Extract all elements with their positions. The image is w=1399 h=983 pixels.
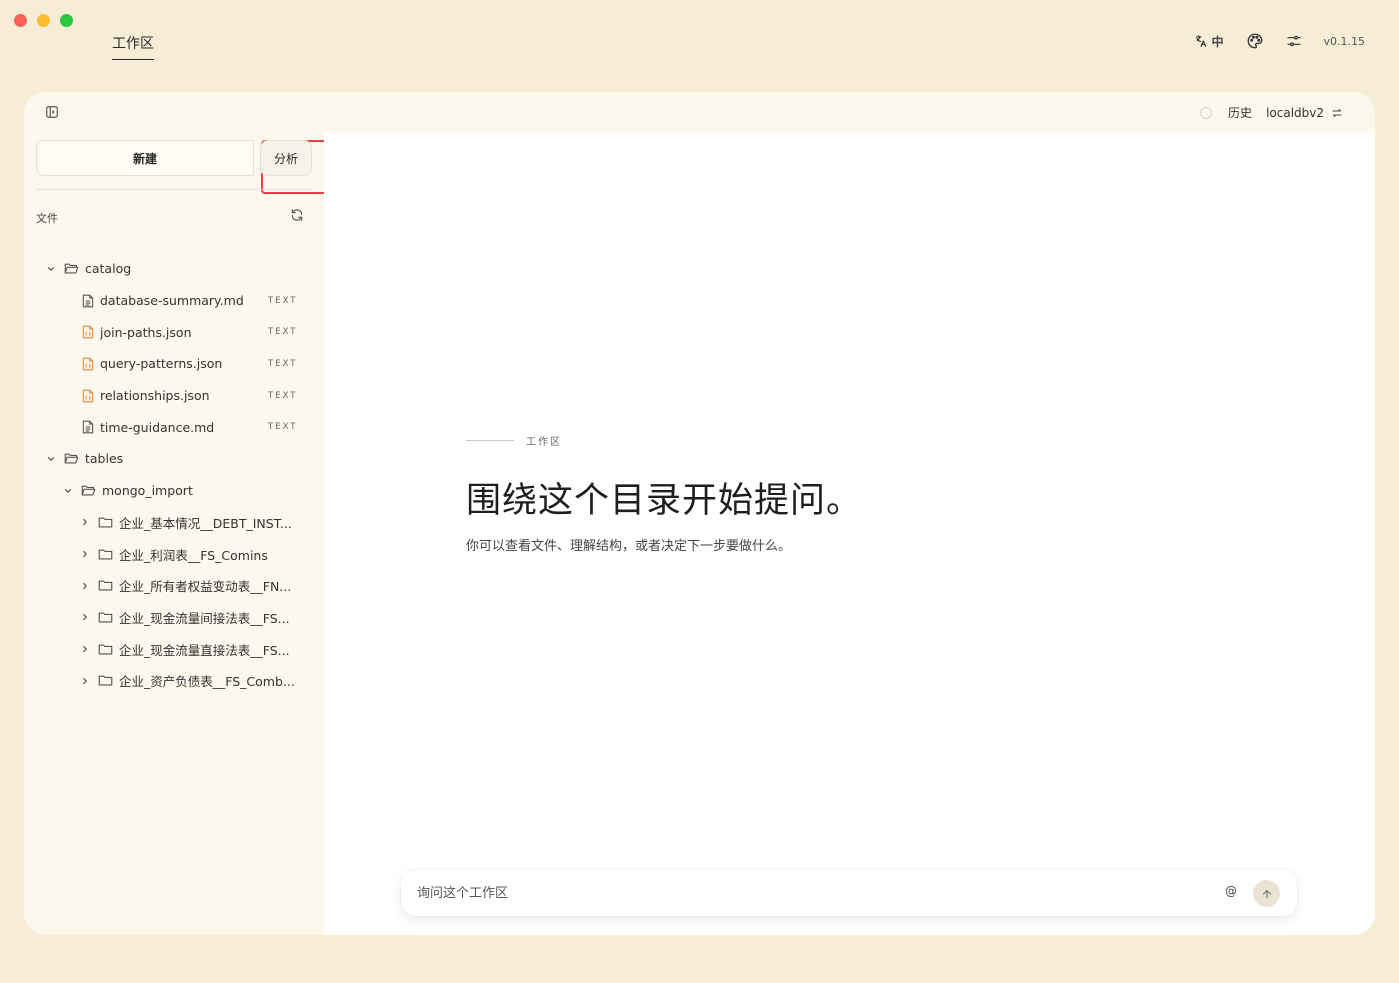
status-indicator <box>1200 106 1213 119</box>
tree-item-label: 企业_现金流量直接法表__FS... <box>119 642 290 658</box>
palette-icon[interactable] <box>1246 32 1264 50</box>
tree-item-label: relationships.json <box>100 388 210 404</box>
tree-item-label: 企业_现金流量间接法表__FS... <box>119 610 290 626</box>
tree-folder[interactable]: 企业_所有者权益变动表__FN... <box>24 570 324 602</box>
minimize-window-button[interactable] <box>37 14 50 27</box>
mention-button[interactable]: @ <box>1225 884 1237 898</box>
eyebrow-label: 工作区 <box>526 437 562 448</box>
tree-folder[interactable]: tables <box>24 443 324 475</box>
tree-item-label: mongo_import <box>102 483 193 499</box>
chevron-right-icon[interactable] <box>80 517 90 527</box>
close-window-button[interactable] <box>14 14 27 27</box>
tree-item-label: 企业_基本情况__DEBT_INST... <box>119 515 292 531</box>
tree-file[interactable]: time-guidance.md TEXT <box>24 411 324 443</box>
page-subtitle: 你可以查看文件、理解结构，或者决定下一步要做什么。 <box>466 539 792 554</box>
language-switch[interactable]: 中 <box>1194 33 1224 50</box>
chevron-right-icon[interactable] <box>80 581 90 591</box>
chat-input[interactable] <box>417 870 1197 916</box>
tree-folder[interactable]: 企业_现金流量间接法表__FS... <box>24 602 324 634</box>
refresh-icon[interactable] <box>290 208 304 222</box>
language-label: 中 <box>1211 34 1224 49</box>
chevron-right-icon[interactable] <box>80 549 90 559</box>
file-type-tag: TEXT <box>268 390 298 401</box>
chevron-down-icon[interactable] <box>63 486 73 496</box>
chevron-right-icon[interactable] <box>80 644 90 654</box>
files-section-label: 文件 <box>36 212 58 225</box>
folder-open-icon <box>81 484 96 497</box>
arrow-up-icon <box>1262 889 1271 898</box>
tree-folder[interactable]: catalog <box>24 253 324 285</box>
tree-item-label: join-paths.json <box>100 324 192 340</box>
chevron-right-icon[interactable] <box>80 676 90 686</box>
chat-composer: @ <box>401 870 1297 916</box>
text-file-icon <box>82 420 94 434</box>
tree-folder[interactable]: 企业_现金流量直接法表__FS... <box>24 633 324 665</box>
tree-item-label: 企业_资产负债表__FS_Comb... <box>119 674 295 690</box>
json-file-icon <box>82 357 94 371</box>
folder-icon <box>98 674 113 687</box>
new-button[interactable]: 新建 <box>36 140 254 176</box>
chevron-right-icon[interactable] <box>80 612 90 622</box>
tree-item-label: tables <box>85 451 124 467</box>
tree-folder[interactable]: 企业_利润表__FS_Comins <box>24 538 324 570</box>
window-controls <box>14 14 73 27</box>
database-label: localdbv2 <box>1266 105 1324 120</box>
json-file-icon <box>82 389 94 403</box>
analyze-button[interactable]: 分析 <box>260 140 312 176</box>
settings-sliders-icon[interactable] <box>1286 33 1302 49</box>
folder-open-icon <box>64 262 79 275</box>
tree-folder[interactable]: mongo_import <box>24 475 324 507</box>
chevron-down-icon[interactable] <box>46 454 56 464</box>
sidebar-button-row: 新建 分析 <box>36 140 336 194</box>
maximize-window-button[interactable] <box>60 14 73 27</box>
text-file-icon <box>82 294 94 308</box>
tree-item-label: 企业_所有者权益变动表__FN... <box>119 579 292 595</box>
header-actions: 历史 localdbv2 <box>1200 104 1343 121</box>
file-type-tag: TEXT <box>268 327 298 338</box>
folder-icon <box>98 611 113 624</box>
tree-file[interactable]: join-paths.json TEXT <box>24 316 324 348</box>
page-title: 围绕这个目录开始提问。 <box>466 481 863 521</box>
tree-file[interactable]: query-patterns.json TEXT <box>24 348 324 380</box>
panel-header: 历史 localdbv2 <box>24 92 1375 132</box>
history-button[interactable]: 历史 <box>1228 104 1252 121</box>
divider <box>36 189 312 190</box>
file-type-tag: TEXT <box>268 422 298 433</box>
tree-item-label: query-patterns.json <box>100 356 223 372</box>
tab-workspace[interactable]: 工作区 <box>112 33 154 60</box>
folder-icon <box>98 579 113 592</box>
swap-icon <box>1332 108 1342 117</box>
sidebar-toggle-icon[interactable] <box>45 105 59 119</box>
file-type-tag: TEXT <box>268 358 298 369</box>
tree-file[interactable]: relationships.json TEXT <box>24 380 324 412</box>
tree-folder[interactable]: 企业_基本情况__DEBT_INST... <box>24 507 324 539</box>
workspace-panel: 历史 localdbv2 新建 分析 文件 catalog database-su… <box>24 92 1375 935</box>
file-type-tag: TEXT <box>268 295 298 306</box>
version-label: v0.1.15 <box>1323 34 1366 48</box>
tree-item-label: database-summary.md <box>100 293 244 309</box>
sidebar: 新建 分析 文件 catalog database-summary.md TEXT j… <box>24 132 336 935</box>
tree-item-label: time-guidance.md <box>100 419 215 435</box>
main-area: 工作区 围绕这个目录开始提问。 你可以查看文件、理解结构，或者决定下一步要做什么… <box>324 132 1375 935</box>
eyebrow: 工作区 <box>466 433 562 448</box>
folder-icon <box>98 643 113 656</box>
json-file-icon <box>82 325 94 339</box>
tree-item-label: 企业_利润表__FS_Comins <box>119 547 268 563</box>
folder-open-icon <box>64 452 79 465</box>
eyebrow-line <box>466 440 514 441</box>
send-button[interactable] <box>1253 880 1280 907</box>
tree-folder[interactable]: 企业_资产负债表__FS_Comb... <box>24 665 324 697</box>
folder-icon <box>98 548 113 561</box>
database-switch[interactable]: localdbv2 <box>1266 106 1343 120</box>
translate-icon <box>1196 35 1207 47</box>
file-tree: catalog database-summary.md TEXT join-paths… <box>24 253 324 697</box>
chevron-down-icon[interactable] <box>46 264 56 274</box>
tree-file[interactable]: database-summary.md TEXT <box>24 285 324 317</box>
folder-icon <box>98 516 113 529</box>
top-toolbar: 中 v0.1.15 <box>1194 32 1365 50</box>
tree-item-label: catalog <box>85 261 132 277</box>
